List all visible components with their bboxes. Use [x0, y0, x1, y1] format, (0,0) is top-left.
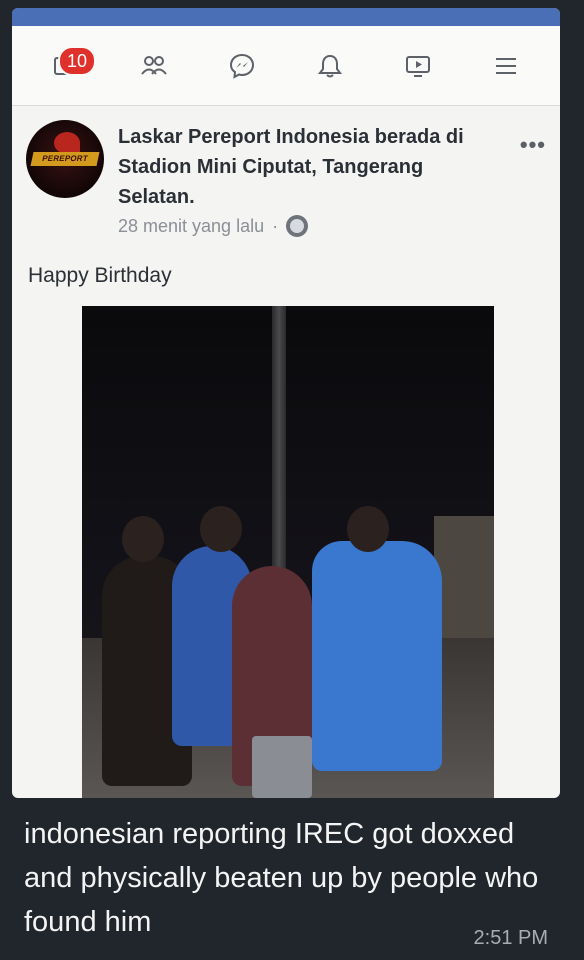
video-person — [252, 736, 312, 798]
bell-icon — [318, 54, 342, 77]
friends-icon — [141, 55, 167, 75]
messenger-icon — [229, 53, 255, 79]
post-timestamp[interactable]: 28 menit yang lalu — [118, 216, 264, 237]
post-meta: Laskar Pereport Indonesia berada di Stad… — [104, 120, 498, 256]
page-avatar[interactable]: PEREPORT — [26, 120, 104, 198]
video-wall — [434, 516, 494, 656]
logo-flame-icon — [54, 132, 80, 154]
post-author-location[interactable]: Laskar Pereport Indonesia berada di Stad… — [118, 122, 498, 212]
messenger-button[interactable] — [220, 44, 264, 88]
timestamp-separator: · — [272, 215, 279, 236]
post-timestamp-row: 28 menit yang lalu · — [118, 215, 498, 237]
facebook-post-screenshot: 10 PEREPORT Laskar Pereport Indonesia be… — [12, 8, 560, 798]
notification-badge: 10 — [58, 45, 97, 76]
more-options-icon[interactable]: ••• — [520, 132, 546, 158]
post-video[interactable] — [82, 306, 494, 798]
video-person-head — [122, 516, 164, 562]
globe-icon — [286, 215, 309, 237]
menu-icon — [496, 57, 516, 74]
chat-message: indonesian reporting IREC got doxxed and… — [24, 812, 554, 944]
watch-icon — [406, 55, 430, 77]
feed-button[interactable]: 10 — [44, 44, 97, 88]
notifications-button[interactable] — [308, 44, 352, 88]
post-caption: Happy Birthday — [28, 264, 172, 287]
friends-button[interactable] — [132, 44, 176, 88]
app-top-bar — [12, 8, 560, 26]
video-person — [312, 541, 442, 771]
navbar: 10 — [12, 26, 560, 106]
video-person-head — [200, 506, 242, 552]
menu-button[interactable] — [484, 44, 528, 88]
chat-message-text: indonesian reporting IREC got doxxed and… — [24, 818, 539, 938]
avatar-logo-text: PEREPORT — [30, 152, 100, 166]
post-header: PEREPORT Laskar Pereport Indonesia berad… — [12, 106, 560, 256]
watch-button[interactable] — [396, 44, 440, 88]
chat-message-time: 2:51 PM — [473, 927, 548, 949]
video-person-head — [347, 506, 389, 552]
